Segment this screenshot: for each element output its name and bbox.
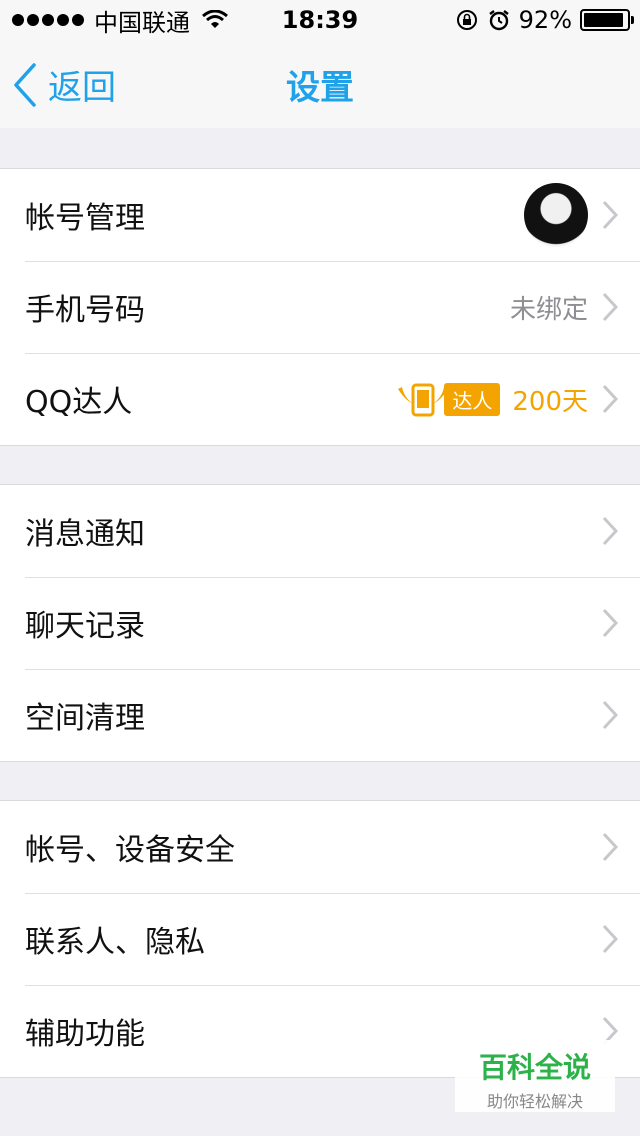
- settings-group-account: 帐号管理 手机号码 未绑定 QQ达人 达人 200天: [0, 168, 640, 446]
- row-label: QQ达人: [25, 385, 133, 420]
- chevron-right-icon: [602, 384, 618, 414]
- row-storage-cleanup[interactable]: 空间清理: [0, 669, 640, 761]
- chevron-right-icon: [602, 200, 618, 230]
- phone-status-text: 未绑定: [509, 294, 588, 325]
- chevron-right-icon: [602, 700, 618, 730]
- battery-percent: 92%: [518, 6, 572, 34]
- wifi-icon: [202, 10, 228, 28]
- back-label: 返回: [48, 68, 116, 108]
- winged-phone-icon: [398, 383, 449, 417]
- row-label: 帐号管理: [25, 201, 145, 236]
- battery-level: [584, 13, 623, 27]
- row-notifications[interactable]: 消息通知: [0, 485, 640, 577]
- alarm-icon: [488, 10, 509, 31]
- chevron-left-icon: [14, 62, 36, 107]
- chevron-right-icon: [602, 292, 618, 322]
- status-left: 中国联通: [0, 3, 260, 38]
- carrier-label: 中国联通: [94, 8, 190, 37]
- chevron-right-icon: [602, 608, 618, 638]
- row-account-management[interactable]: 帐号管理: [0, 169, 640, 261]
- signal-dots-icon: [12, 14, 84, 26]
- status-bar: 中国联通 18:39 92%: [0, 0, 640, 40]
- row-phone-number[interactable]: 手机号码 未绑定: [0, 261, 640, 353]
- watermark-subtitle: 助你轻松解决: [486, 1092, 583, 1111]
- row-label: 消息通知: [25, 517, 145, 552]
- battery-icon: [580, 9, 634, 31]
- expert-days: 200天: [512, 386, 588, 417]
- row-right: 未绑定: [510, 289, 618, 326]
- row-right: [524, 183, 618, 247]
- row-contacts-privacy[interactable]: 联系人、隐私: [0, 893, 640, 985]
- row-label: 聊天记录: [25, 609, 145, 644]
- avatar: [524, 183, 588, 247]
- row-chat-history[interactable]: 聊天记录: [0, 577, 640, 669]
- row-account-security[interactable]: 帐号、设备安全: [0, 801, 640, 893]
- expert-badge: 达人 200天: [396, 379, 588, 419]
- chevron-right-icon: [602, 924, 618, 954]
- settings-group-messages: 消息通知 聊天记录 空间清理: [0, 484, 640, 762]
- row-qq-expert[interactable]: QQ达人 达人 200天: [0, 353, 640, 445]
- chevron-right-icon: [602, 832, 618, 862]
- settings-screen: 中国联通 18:39 92% 返回 设置 帐号管理 手机号码 未绑定 QQ达人 …: [0, 0, 640, 1136]
- chevron-right-icon: [602, 516, 618, 546]
- row-right: 达人 200天: [396, 379, 618, 419]
- row-label: 帐号、设备安全: [25, 833, 235, 868]
- expert-tag: 达人: [444, 382, 501, 416]
- watermark-title: 百科全说: [478, 1051, 591, 1084]
- navigation-bar: 返回 设置: [0, 40, 640, 128]
- rotation-lock-icon: [456, 10, 477, 30]
- settings-group-privacy: 帐号、设备安全 联系人、隐私 辅助功能: [0, 800, 640, 1078]
- row-label: 联系人、隐私: [25, 925, 205, 960]
- watermark: 百科全说 助你轻松解决: [455, 1040, 615, 1112]
- row-label: 手机号码: [25, 293, 145, 328]
- status-right: 92%: [455, 0, 634, 40]
- row-label: 空间清理: [25, 701, 145, 736]
- back-button[interactable]: 返回: [10, 60, 116, 109]
